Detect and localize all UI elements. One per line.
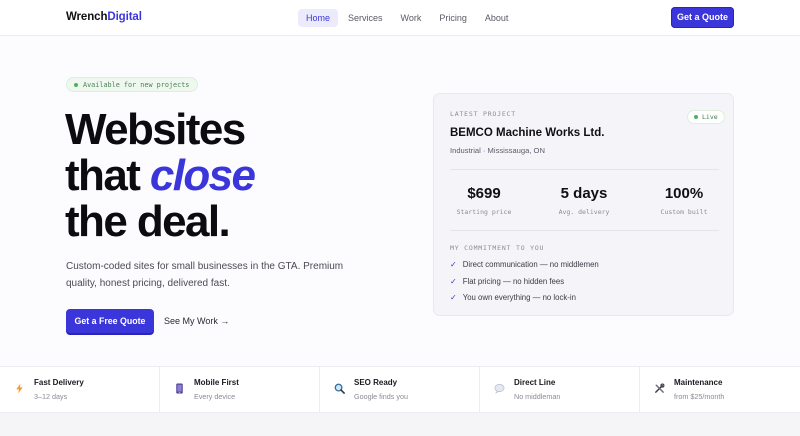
feature-mobile-first: Mobile First Every device <box>160 367 320 413</box>
feature-title: Direct Line <box>514 378 556 387</box>
nav-links: Home Services Work Pricing About <box>298 9 518 27</box>
top-navbar: WrenchDigital Home Services Work Pricing… <box>0 0 800 36</box>
check-icon: ✓ <box>450 277 457 286</box>
headline-line-2: that <box>65 151 150 200</box>
stat-value: $699 <box>467 185 501 202</box>
commitment-item: ✓ Direct communication — no middlemen <box>450 260 599 269</box>
lightning-icon <box>16 383 23 394</box>
stat-label: Starting price <box>456 208 512 216</box>
project-title: BEMCO Machine Works Ltd. <box>450 127 605 139</box>
live-dot-icon <box>694 115 698 119</box>
check-icon: ✓ <box>450 260 457 269</box>
nav-link-about[interactable]: About <box>477 9 517 27</box>
get-a-quote-button[interactable]: Get a Quote <box>671 7 734 28</box>
latest-project-card: LATEST PROJECT Live BEMCO Machine Works … <box>433 93 734 316</box>
stat-custom: 100% Custom built <box>639 185 729 216</box>
magnifier-icon <box>334 383 345 394</box>
feature-seo-ready: SEO Ready Google finds you <box>320 367 480 413</box>
commitment-text: Direct communication — no middlemen <box>462 260 599 269</box>
green-dot-icon <box>74 82 78 87</box>
card-divider <box>450 169 719 170</box>
chat-bubble-icon <box>494 384 505 394</box>
nav-link-work[interactable]: Work <box>393 9 430 27</box>
headline-line-1: Websites <box>65 105 246 154</box>
live-status-text: Live <box>702 113 718 121</box>
feature-subtitle: Google finds you <box>354 392 408 401</box>
nav-link-home[interactable]: Home <box>298 9 339 27</box>
nav-link-services[interactable]: Services <box>340 9 391 27</box>
card-divider <box>450 230 719 231</box>
headline-accent-word: close <box>149 151 256 200</box>
feature-strip: Fast Delivery 3–12 days Mobile First Eve… <box>0 366 800 413</box>
hero-subtext: Custom-coded sites for small businesses … <box>66 261 344 289</box>
check-icon: ✓ <box>450 293 457 302</box>
next-section-edge <box>0 413 800 436</box>
feature-title: Mobile First <box>194 378 239 387</box>
stat-label: Avg. delivery <box>558 208 610 216</box>
feature-subtitle: from $25/month <box>674 392 725 401</box>
card-kicker: LATEST PROJECT <box>450 110 516 118</box>
get-free-quote-button[interactable]: Get a Free Quote <box>66 309 154 333</box>
feature-title: Maintenance <box>674 378 723 387</box>
commitment-item: ✓ Flat pricing — no hidden fees <box>450 277 564 286</box>
availability-text: Available for new projects <box>83 80 190 89</box>
availability-badge: Available for new projects <box>66 77 199 92</box>
commitment-text: You own everything — no lock-in <box>462 293 576 302</box>
commitment-text: Flat pricing — no hidden fees <box>462 277 565 286</box>
see-my-work-link[interactable]: See My Work → <box>164 316 229 326</box>
logo-main: Wrench <box>66 11 108 23</box>
stat-delivery: 5 days Avg. delivery <box>539 185 629 216</box>
project-meta: Industrial · Mississauga, ON <box>450 146 545 155</box>
logo[interactable]: WrenchDigital <box>66 11 142 23</box>
mobile-icon <box>176 383 183 394</box>
stat-label: Custom built <box>660 208 708 216</box>
feature-direct-line: Direct Line No middleman <box>480 367 640 413</box>
feature-subtitle: Every device <box>194 392 236 401</box>
headline-line-3: the deal. <box>65 197 231 246</box>
feature-maintenance: Maintenance from $25/month <box>640 367 800 413</box>
feature-subtitle: No middleman <box>514 392 561 401</box>
feature-fast-delivery: Fast Delivery 3–12 days <box>0 367 160 413</box>
feature-title: Fast Delivery <box>34 378 84 387</box>
hero-headline: Websites that close the deal. <box>65 105 256 246</box>
commitment-kicker: MY COMMITMENT TO YOU <box>450 244 545 252</box>
stat-price: $699 Starting price <box>439 185 529 216</box>
commitment-item: ✓ You own everything — no lock-in <box>450 293 576 302</box>
feature-title: SEO Ready <box>354 378 398 387</box>
live-status-badge: Live <box>687 110 725 124</box>
nav-link-pricing[interactable]: Pricing <box>431 9 475 27</box>
feature-subtitle: 3–12 days <box>34 392 68 401</box>
logo-accent: Digital <box>107 11 142 23</box>
stat-value: 5 days <box>560 185 608 202</box>
tools-icon <box>655 383 665 393</box>
stat-value: 100% <box>664 185 704 202</box>
